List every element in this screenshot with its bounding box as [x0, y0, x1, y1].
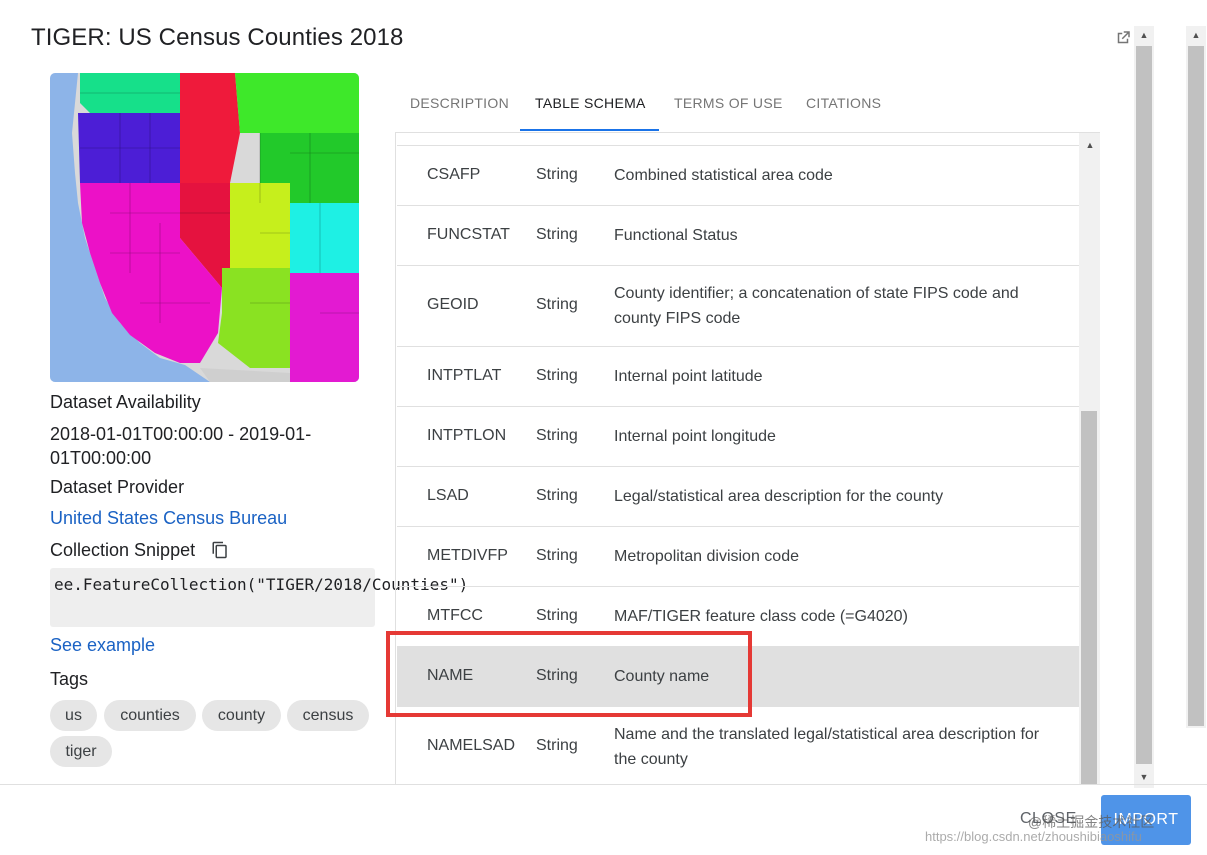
table-row-partial — [397, 133, 1079, 146]
snippet-label: Collection Snippet — [50, 540, 196, 560]
field-name: MTFCC — [427, 607, 483, 624]
field-type: String — [536, 547, 578, 564]
scrollbar-thumb[interactable] — [1188, 46, 1204, 726]
provider-label: Dataset Provider — [50, 477, 185, 497]
snippet-code[interactable]: ee.FeatureCollection("TIGER/2018/Countie… — [50, 568, 468, 627]
tag-chip[interactable]: census — [287, 700, 369, 731]
scroll-up-icon[interactable]: ▲ — [1134, 26, 1154, 44]
tab-citations[interactable]: CITATIONS — [806, 95, 881, 111]
field-description: MAF/TIGER feature class code (=G4020) — [614, 608, 908, 625]
open-in-new-icon[interactable] — [1114, 29, 1132, 47]
tag-chip[interactable]: county — [202, 700, 281, 731]
field-name: INTPTLAT — [427, 367, 502, 384]
table-row: LSAD String Legal/statistical area descr… — [397, 467, 1079, 527]
field-name: LSAD — [427, 487, 469, 504]
tags-label: Tags — [50, 669, 89, 689]
field-description: Metropolitan division code — [614, 548, 799, 565]
availability-label: Dataset Availability — [50, 392, 201, 412]
dialog-scrollbar[interactable]: ▲ ▼ — [1134, 26, 1154, 788]
tab-table-schema[interactable]: TABLE SCHEMA — [535, 95, 646, 111]
field-description: County identifier; a concatenation of st… — [614, 285, 1019, 327]
table-row: CSAFP String Combined statistical area c… — [397, 146, 1079, 206]
table-scrollbar[interactable]: ▲ — [1079, 133, 1100, 785]
active-tab-indicator — [520, 129, 659, 131]
dialog-title: TIGER: US Census Counties 2018 — [31, 24, 404, 51]
table-row: INTPTLON String Internal point longitude — [397, 407, 1079, 467]
field-type: String — [536, 427, 578, 444]
footer-divider — [0, 784, 1207, 785]
tab-terms-of-use[interactable]: TERMS OF USE — [674, 95, 783, 111]
table-row: INTPTLAT String Internal point latitude — [397, 347, 1079, 407]
field-type: String — [536, 607, 578, 624]
page-scrollbar[interactable]: ▲ — [1186, 26, 1206, 728]
field-description: Internal point latitude — [614, 368, 763, 385]
table-row: NAMELSAD String Name and the translated … — [397, 707, 1079, 785]
watermark-url: https://blog.csdn.net/zhoushibiaoshifu — [925, 829, 1142, 844]
field-description: Legal/statistical area description for t… — [614, 488, 944, 505]
tag-chip[interactable]: counties — [104, 700, 196, 731]
field-type: String — [536, 367, 578, 384]
tag-chip[interactable]: us — [50, 700, 97, 731]
field-name: CSAFP — [427, 166, 481, 183]
field-type: String — [536, 296, 578, 313]
table-row: METDIVFP String Metropolitan division co… — [397, 527, 1079, 587]
tab-description[interactable]: DESCRIPTION — [410, 95, 509, 111]
scroll-up-icon[interactable]: ▲ — [1186, 26, 1206, 44]
content-copy-icon[interactable] — [211, 541, 229, 559]
dataset-thumbnail-map — [50, 73, 359, 382]
field-type: String — [536, 487, 578, 504]
table-row: FUNCSTAT String Functional Status — [397, 206, 1079, 266]
scrollbar-thumb[interactable] — [1081, 411, 1097, 785]
scroll-up-icon[interactable]: ▲ — [1079, 137, 1100, 153]
field-description: Combined statistical area code — [614, 167, 833, 184]
scrollbar-thumb[interactable] — [1136, 46, 1152, 764]
table-row: GEOID String County identifier; a concat… — [397, 266, 1079, 347]
field-name: METDIVFP — [427, 547, 508, 564]
field-description: Name and the translated legal/statistica… — [614, 726, 1040, 768]
see-example-link[interactable]: See example — [50, 635, 155, 656]
highlight-annotation-box — [386, 631, 752, 717]
provider-link[interactable]: United States Census Bureau — [50, 508, 287, 529]
field-description: Internal point longitude — [614, 428, 776, 445]
field-name: FUNCSTAT — [427, 226, 510, 243]
field-description: Functional Status — [614, 227, 738, 244]
field-type: String — [536, 737, 578, 754]
field-name: NAMELSAD — [427, 737, 516, 754]
field-name: GEOID — [427, 296, 479, 313]
field-type: String — [536, 226, 578, 243]
field-name: INTPTLON — [427, 427, 507, 444]
field-type: String — [536, 166, 578, 183]
tag-chip[interactable]: tiger — [50, 736, 112, 767]
availability-value: 2018-01-01T00:00:00 - 2019-01-01T00:00:0… — [50, 424, 312, 468]
